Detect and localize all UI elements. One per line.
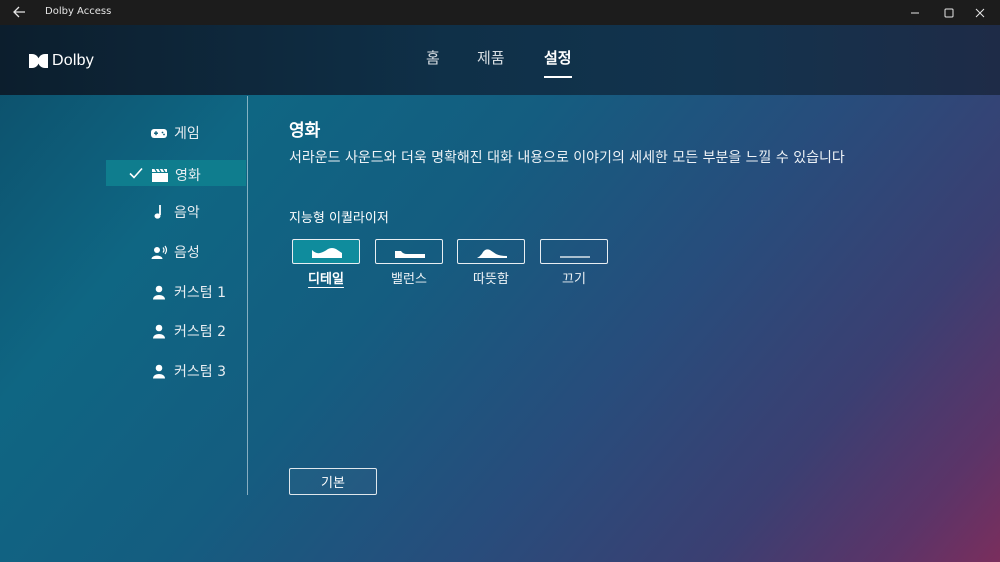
sidebar-item-label: 커스텀 2 (174, 324, 226, 340)
eq-preset-off[interactable] (540, 239, 608, 264)
eq-off-icon (560, 256, 590, 258)
sidebar-item-custom-2[interactable]: 커스텀 2 (150, 318, 226, 344)
back-arrow-icon[interactable] (11, 5, 27, 19)
person-icon (153, 364, 165, 379)
eq-preset-balanced-label[interactable]: 밸런스 (374, 268, 444, 287)
eq-preset-warm[interactable] (457, 239, 525, 264)
checkmark-icon (129, 167, 143, 179)
eq-preset-warm-label[interactable]: 따뜻함 (456, 268, 526, 287)
eq-preset-off-label[interactable]: 끄기 (539, 268, 609, 287)
eq-detail-icon (312, 248, 342, 258)
sidebar-item-custom-1[interactable]: 커스텀 1 (150, 279, 226, 305)
person-icon (153, 285, 165, 300)
sidebar-item-label: 영화 (175, 168, 201, 184)
minimize-icon (911, 12, 919, 13)
sidebar-item-label: 커스텀 3 (174, 364, 226, 380)
nav-home[interactable]: 홈 (426, 47, 440, 77)
close-button[interactable] (960, 0, 1000, 25)
window-title: Dolby Access (45, 6, 112, 17)
sidebar-item-voice[interactable]: 음성 (150, 239, 200, 265)
reset-default-button[interactable]: 기본 (289, 468, 377, 495)
sidebar-item-label: 음성 (174, 245, 200, 261)
app-header: Dolby 홈 제품 설정 (0, 25, 1000, 95)
eq-preset-detail-label[interactable]: 디테일 (291, 268, 361, 287)
eq-warm-icon (477, 249, 507, 258)
clapperboard-icon (152, 168, 168, 182)
person-icon (153, 324, 165, 339)
sidebar-item-game[interactable]: 게임 (150, 120, 200, 146)
nav-settings[interactable]: 설정 (544, 47, 572, 78)
sidebar-item-label: 음악 (174, 205, 200, 221)
maximize-icon (944, 8, 954, 17)
dolby-logo: Dolby (29, 52, 94, 70)
title-bar: Dolby Access (0, 0, 1000, 25)
logo-text: Dolby (52, 52, 94, 69)
voice-icon (151, 245, 168, 259)
nav-products[interactable]: 제품 (477, 47, 505, 77)
sidebar-item-label: 게임 (174, 126, 200, 142)
equalizer-label: 지능형 이퀄라이저 (289, 211, 389, 226)
gamepad-icon (151, 129, 167, 138)
sidebar-item-label: 커스텀 1 (174, 285, 226, 301)
eq-preset-balanced[interactable] (375, 239, 443, 264)
close-icon (975, 8, 985, 17)
music-note-icon (154, 205, 161, 219)
page-title: 영화 (289, 121, 321, 141)
dolby-double-d-icon (29, 54, 48, 68)
sidebar-item-custom-3[interactable]: 커스텀 3 (150, 358, 226, 384)
eq-balanced-icon (395, 251, 425, 258)
sidebar-item-movie[interactable]: 영화 (106, 160, 246, 186)
sidebar-divider (247, 96, 248, 495)
page-description: 서라운드 사운드와 더욱 명확해진 대화 내용으로 이야기의 세세한 모든 부분… (289, 150, 845, 166)
sidebar-item-music[interactable]: 음악 (150, 199, 200, 225)
eq-preset-detail[interactable] (292, 239, 360, 264)
